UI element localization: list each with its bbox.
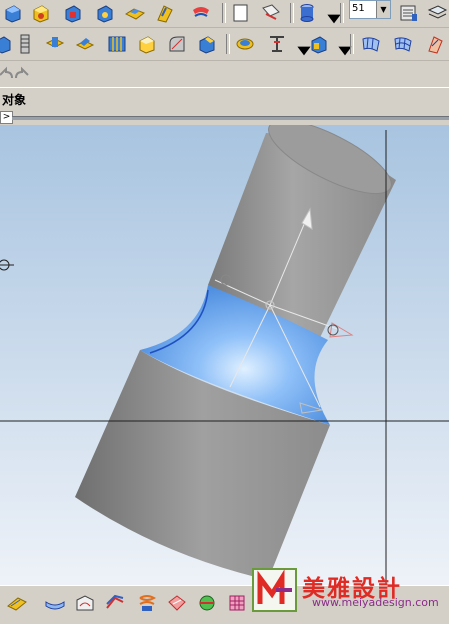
cone-feature-icon[interactable] [62,2,84,24]
redo-icon[interactable] [12,63,34,85]
tab-row: > [0,110,449,124]
dropdown-arrow-icon[interactable] [334,40,352,56]
through-curves-icon[interactable] [360,33,382,55]
toolbar-row-2 [0,28,449,61]
toolbar-separator [226,34,230,54]
section-curve-icon[interactable] [74,592,96,614]
pocket-icon[interactable] [44,33,66,55]
toolbar-row-1: 51 ▼ [0,0,449,28]
sweep-icon[interactable] [190,2,212,24]
layer-select-value: 51 [352,3,365,14]
offset-curve-icon[interactable] [104,592,126,614]
through-mesh-icon[interactable] [392,33,414,55]
watermark-url: www.meiyadesign.com [312,596,439,609]
sphere-feature-icon[interactable] [94,2,116,24]
tab-divider [12,116,449,120]
shell-icon[interactable] [234,33,256,55]
watermark: 美雅設計 www.meiyadesign.com [252,568,445,612]
objects-label: 对象 [2,93,27,107]
mesh-analysis-icon[interactable] [226,592,248,614]
swept-surface-icon[interactable] [424,33,446,55]
layer-settings-icon[interactable] [398,2,420,24]
edge-blend-icon[interactable] [166,33,188,55]
model-view[interactable] [0,125,449,585]
chevron-down-icon[interactable]: ▼ [376,1,390,18]
extrude-icon[interactable] [124,2,146,24]
watermark-logo [252,568,297,612]
color-sphere-icon[interactable] [196,592,218,614]
block-feature-icon[interactable] [2,2,24,24]
toolbar-separator [350,34,354,54]
revolve-icon[interactable] [154,2,176,24]
graphics-viewport[interactable] [0,125,449,585]
pad-icon[interactable] [74,33,96,55]
hole-icon[interactable] [0,33,14,55]
layer-cylinder-icon[interactable] [296,2,318,24]
toolbar-separator [290,3,294,23]
toolbar-separator [340,3,344,23]
datum-plane-icon[interactable] [260,2,282,24]
trim-body-icon[interactable] [308,33,330,55]
bridge-curve-icon[interactable] [44,592,66,614]
cylinder-feature-icon[interactable] [30,2,52,24]
layer-visibility-icon[interactable] [426,2,448,24]
slot-icon[interactable] [106,33,128,55]
chamfer-icon[interactable] [196,33,218,55]
layer-select[interactable]: 51 ▼ [349,0,391,19]
helix-icon[interactable] [136,592,158,614]
toolbar-row-3 [0,61,449,87]
toolbar-separator [222,3,226,23]
object-bar: 对象 [0,87,449,111]
draft-icon[interactable] [266,33,288,55]
groove-icon[interactable] [136,33,158,55]
dropdown-arrow-icon[interactable] [293,40,311,56]
sketch-icon[interactable] [230,2,252,24]
dropdown-arrow-icon[interactable] [323,8,341,24]
curve-tool-icon[interactable] [6,592,28,614]
surface-analysis-icon[interactable] [166,592,188,614]
boss-icon[interactable] [14,33,36,55]
